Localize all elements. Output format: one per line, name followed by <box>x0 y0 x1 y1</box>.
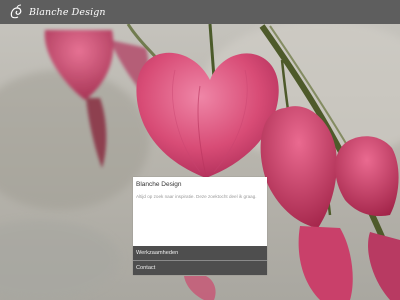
panel-title: Blanche Design <box>136 181 182 188</box>
page: Blanche Design Blanche Design Altijd op … <box>0 0 400 300</box>
top-bar: Blanche Design <box>0 0 400 24</box>
panel-body: Blanche Design Altijd op zoek naar inspi… <box>133 177 267 245</box>
flower-swirl-logo-icon <box>10 4 22 19</box>
nav-item-werkzaamheden[interactable]: Werkzaamheden <box>133 246 267 260</box>
logo-text: Blanche Design <box>29 6 106 18</box>
info-panel: Blanche Design Altijd op zoek naar inspi… <box>133 177 267 275</box>
nav-item-contact[interactable]: Contact <box>133 261 267 275</box>
panel-text: Altijd op zoek naar inspiratie. Deze zoe… <box>136 194 257 199</box>
site-logo[interactable]: Blanche Design <box>8 3 106 21</box>
